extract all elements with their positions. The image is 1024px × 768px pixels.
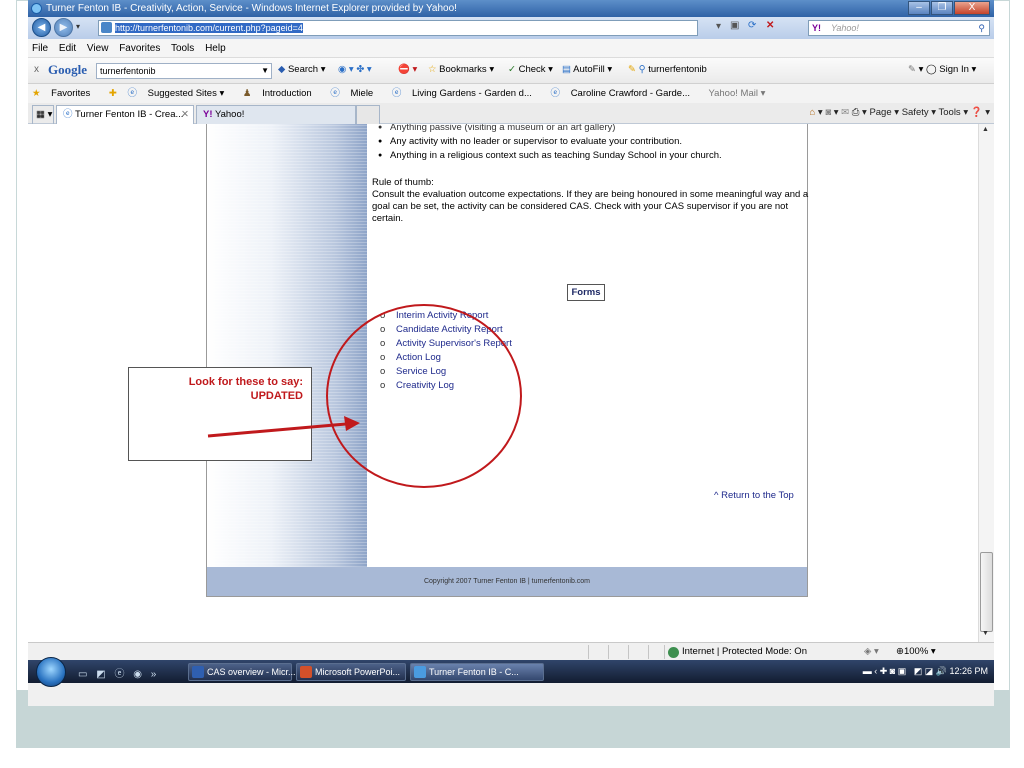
taskbar-item-powerpoint[interactable]: Microsoft PowerPoi... [296, 663, 406, 681]
url-text: http://turnerfentonib.com/current.php?pa… [115, 23, 303, 33]
address-input[interactable]: http://turnerfentonib.com/current.php?pa… [98, 20, 698, 36]
home-icon[interactable]: ⌂ [810, 107, 816, 118]
window-title: Turner Fenton IB - Creativity, Action, S… [46, 3, 457, 14]
title-bar: Turner Fenton IB - Creativity, Action, S… [28, 0, 994, 17]
help-icon[interactable]: ❓ [971, 107, 983, 118]
feeds-icon[interactable]: ◙ [825, 107, 831, 118]
quick-tabs-button[interactable]: ▦ ▾ [32, 105, 54, 124]
ie-icon [31, 3, 42, 14]
highlight-button[interactable]: ✎ ⚲ turnerfentonib [628, 64, 707, 75]
taskbar-item-turner-fenton[interactable]: Turner Fenton IB - C... [410, 663, 544, 681]
fav-link-introduction[interactable]: ♟ Introduction [243, 88, 320, 99]
address-row: ◀ ▶ ▾ http://turnerfentonib.com/current.… [28, 17, 994, 39]
fav-link-miele[interactable]: ⓔ Miele [330, 88, 381, 99]
safety-menu[interactable]: Safety ▾ [902, 107, 936, 118]
stop-icon[interactable]: ✕ [766, 20, 774, 31]
back-button[interactable]: ◀ [32, 18, 51, 37]
zoom-level[interactable]: ⊕100% ▾ [896, 643, 936, 660]
window-controls: – ❐ X [907, 1, 990, 15]
sign-in-button[interactable]: ✎ ▾ ◯ Sign In ▾ [908, 64, 976, 75]
menu-edit[interactable]: Edit [59, 43, 76, 54]
dropdown-arrow-icon[interactable]: ▼ [261, 64, 269, 78]
bookmarks-button[interactable]: ☆ Bookmarks ▾ [428, 64, 494, 75]
taskbar-item-cas-overview[interactable]: CAS overview - Micr... [188, 663, 296, 681]
system-tray: ▬ ‹ ✚ ◙ ▣ ◩ ◪ 🔊 12:26 PM [863, 660, 988, 683]
favorites-bar: ★ Favorites ✚ ⓔ Suggested Sites ▾ ♟ Intr… [28, 84, 994, 103]
google-search-input[interactable]: turnerfentonib ▼ [96, 63, 272, 79]
maximize-button[interactable]: ❐ [931, 1, 953, 15]
ie-page-icon: ⓔ [63, 109, 73, 120]
menu-favorites[interactable]: Favorites [119, 43, 160, 54]
menu-help[interactable]: Help [205, 43, 226, 54]
start-button[interactable] [36, 657, 66, 687]
refresh-icon[interactable]: ⟳ [748, 20, 756, 31]
ie-icon [414, 666, 426, 678]
spellcheck-button[interactable]: ✓ Check ▾ [508, 64, 553, 75]
yahoo-icon: Y! [203, 109, 213, 120]
toolbar-close-icon[interactable]: x [34, 64, 39, 75]
word-icon [192, 666, 204, 678]
scroll-down-icon[interactable]: ▼ [982, 630, 989, 637]
close-button[interactable]: X [954, 1, 990, 15]
tab-close-icon[interactable]: ✕ [181, 106, 189, 123]
popup-blocker-icon[interactable]: ⛔ ▾ [398, 64, 417, 75]
internet-zone-icon [668, 647, 679, 658]
fav-link-caroline[interactable]: ⓔ Caroline Crawford - Garde... [551, 88, 698, 99]
menu-file[interactable]: File [32, 43, 48, 54]
address-actions: ▾ ▣ ⟳ ✕ [700, 20, 800, 36]
yahoo-logo: Y! [812, 23, 821, 33]
forward-button[interactable]: ▶ [54, 18, 73, 37]
security-zone[interactable]: Internet | Protected Mode: On [682, 643, 807, 660]
tab-yahoo[interactable]: Y! Yahoo! [196, 105, 356, 124]
fav-link-suggested[interactable]: ⓔ Suggested Sites ▾ [128, 88, 233, 99]
quick-launch[interactable]: ▭ ◩ ⓔ ◉ » [78, 665, 159, 680]
zoom-icon: ⊕ [896, 646, 904, 657]
annotation-arrow-line [207, 422, 347, 438]
mail-icon[interactable]: ✉ [841, 107, 849, 118]
menu-view[interactable]: View [87, 43, 109, 54]
browser-window: Turner Fenton IB - Creativity, Action, S… [28, 0, 994, 706]
command-bar: ⌂ ▾ ◙ ▾ ✉ ⎙ ▾ Page ▾ Safety ▾ Tools ▾ ❓ … [809, 107, 990, 118]
powerpoint-icon [300, 666, 312, 678]
toolbar-icons[interactable]: ◉ ▾ ✤ ▾ [338, 64, 372, 75]
new-tab-button[interactable] [356, 105, 380, 124]
add-favorite-icon[interactable]: ✚ [109, 88, 117, 99]
page-menu[interactable]: Page ▾ [869, 107, 899, 118]
annotation-overlay [207, 304, 522, 488]
scroll-thumb[interactable] [980, 552, 993, 632]
menu-bar: File Edit View Favorites Tools Help [28, 39, 994, 58]
favorites-button[interactable]: ★ Favorites [32, 88, 98, 99]
history-dropdown-icon[interactable]: ▾ [76, 22, 80, 31]
search-placeholder: Yahoo! [831, 23, 859, 33]
clock[interactable]: 12:26 PM [949, 666, 988, 676]
status-bar: Internet | Protected Mode: On ◈ ▾ ⊕100% … [28, 642, 994, 660]
tray-icons[interactable]: ▬ ‹ ✚ ◙ ▣ ◩ ◪ 🔊 [863, 666, 947, 676]
annotation-arrow-head [344, 416, 360, 431]
print-icon[interactable]: ⎙ [852, 107, 860, 118]
google-search-button[interactable]: ◆ Search ▾ [278, 64, 325, 75]
minimize-button[interactable]: – [908, 1, 930, 15]
google-toolbar: x Google turnerfentonib ▼ ◆ Search ▾ ◉ ▾… [28, 58, 994, 84]
compatibility-icon[interactable]: ▣ [730, 20, 739, 31]
page-icon [101, 22, 112, 33]
dropdown-arrow-icon[interactable]: ▾ [716, 21, 721, 32]
highlight-ellipse [326, 304, 522, 488]
favorites-star-icon: ★ [32, 88, 41, 99]
tools-menu[interactable]: Tools ▾ [939, 107, 969, 118]
tab-bar: ▦ ▾ ⓔ Turner Fenton IB - Crea... ✕ Y! Ya… [28, 103, 994, 124]
search-icon[interactable]: ⚲ [978, 21, 985, 35]
autofill-button[interactable]: ▤ AutoFill ▾ [562, 64, 612, 75]
taskbar: ▭ ◩ ⓔ ◉ » CAS overview - Micr... Microso… [28, 657, 994, 687]
menu-tools[interactable]: Tools [171, 43, 194, 54]
tab-turner-fenton[interactable]: ⓔ Turner Fenton IB - Crea... ✕ [56, 105, 194, 124]
scroll-up-icon[interactable]: ▲ [982, 126, 989, 133]
popup-status-icon[interactable]: ◈ ▾ [864, 643, 879, 660]
fav-link-living-gardens[interactable]: ⓔ Living Gardens - Garden d... [392, 88, 540, 99]
search-input[interactable]: Y! Yahoo! ⚲ [808, 20, 990, 36]
vertical-scrollbar[interactable]: ▲ ▼ [978, 124, 994, 642]
google-logo: Google [48, 62, 87, 77]
fav-link-yahoo-mail[interactable]: Yahoo! Mail ▾ [708, 88, 773, 99]
page-viewport: Anything passive (visiting a museum or a… [28, 124, 978, 642]
